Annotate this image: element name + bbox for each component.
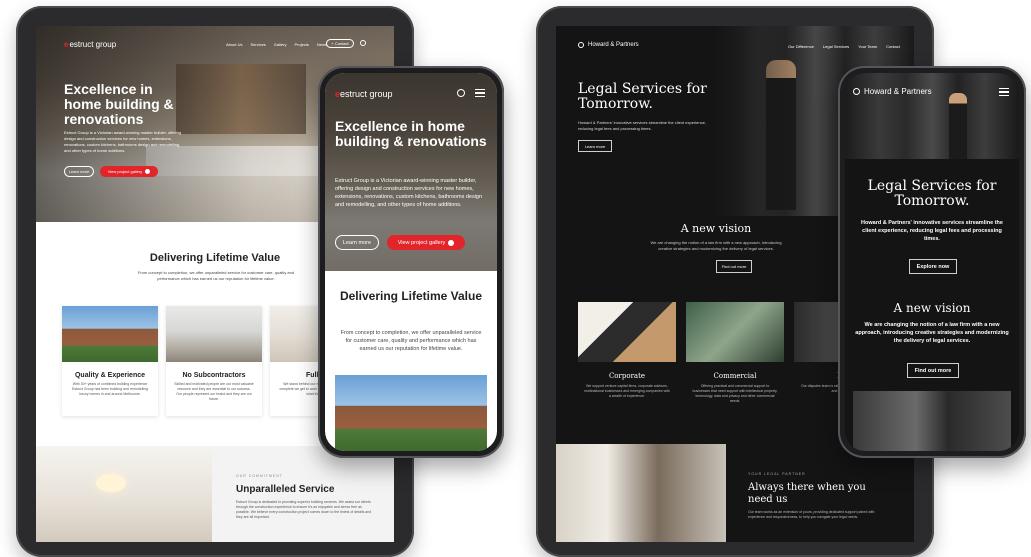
service-text: Offering practical and commercial suppor… <box>692 384 778 403</box>
service-title: Commercial <box>713 372 757 380</box>
service-text: We support venture capital firms, corpor… <box>584 384 670 398</box>
phone-office-image <box>845 73 1019 159</box>
view-gallery-label: View project gallery <box>107 169 143 174</box>
house-image <box>62 306 158 362</box>
phone-view-gallery-label: View project gallery <box>397 239 446 246</box>
lawyer-figure <box>949 93 967 159</box>
card-title: No Subcontractors <box>182 372 246 379</box>
vision-title: A new vision <box>680 222 752 235</box>
card-quality: Quality & Experience With 30+ years of c… <box>62 306 158 416</box>
corporate-image <box>578 302 676 362</box>
vision-find-out-more-button[interactable]: Find out more <box>716 260 752 273</box>
card-text: With 30+ years of combined building expe… <box>72 382 148 396</box>
vision-text: We are changing the notion of a law firm… <box>650 240 782 251</box>
phone-legal-hero-title: Legal Services for Tomorrow. <box>867 178 997 209</box>
phone-view-gallery-button[interactable]: View project gallery <box>387 235 465 250</box>
nav-our-difference[interactable]: Our Difference <box>788 44 814 49</box>
phone-legal-logo[interactable]: Howard & Partners <box>853 87 932 96</box>
partner-title: Always there when you need us <box>748 482 866 505</box>
nav-your-team[interactable]: Your Team <box>858 44 877 49</box>
legal-phone-frame: Howard & Partners Legal Services for Tom… <box>838 66 1026 458</box>
arrow-circle-icon <box>145 169 151 174</box>
phone-find-out-more-button[interactable]: Find out more <box>907 363 959 378</box>
phone-house-image <box>335 375 487 451</box>
legal-top-nav: Our Difference Legal Services Your Team … <box>788 44 900 49</box>
phone-legal-hero-text: Howard & Partners' innovative services s… <box>861 220 1003 242</box>
value-text: From concept to completion, we offer unp… <box>137 270 295 281</box>
phone-search-icon[interactable] <box>457 89 465 97</box>
card-title: Quality & Experience <box>74 372 146 379</box>
phone-explore-now-button[interactable]: Explore now <box>909 259 957 274</box>
commercial-image <box>686 302 784 362</box>
legal-learn-more-button[interactable]: Learn more <box>578 140 612 152</box>
hamburger-menu-icon[interactable] <box>999 88 1009 96</box>
nav-gallery[interactable]: Gallery <box>274 42 287 47</box>
phone-vision-text: We are changing the notion of a law firm… <box>855 322 1009 344</box>
phone-hero-title: Excellence in home building & renovation… <box>335 118 487 149</box>
logo-mark-icon <box>853 88 860 95</box>
hero-text: Estruct Group is a Victorian award-winni… <box>64 130 182 153</box>
legal-logo[interactable]: Howard & Partners <box>578 42 639 48</box>
hamburger-menu-icon[interactable] <box>475 89 485 97</box>
nav-legal-services[interactable]: Legal Services <box>823 44 849 49</box>
logo[interactable]: e estruct group <box>64 40 116 49</box>
logo-mark-icon <box>578 42 584 48</box>
nav-contact[interactable]: Contact <box>886 44 900 49</box>
phone-hero-text: Estruct Group is a Victorian award-winni… <box>335 178 483 208</box>
partner-eyebrow: YOUR LEGAL PARTNER <box>748 472 806 476</box>
contact-button[interactable]: + Contact <box>326 39 354 48</box>
top-nav: About Us Services Gallery Projects News <box>226 42 327 47</box>
learn-more-button[interactable]: Learn more <box>64 166 94 177</box>
commitment-eyebrow: OUR COMMITMENT <box>236 474 283 478</box>
meeting-image <box>556 444 726 542</box>
phone-logo[interactable]: eestruct group <box>335 89 393 99</box>
phone-value-title: Delivering Lifetime Value <box>339 289 483 303</box>
legal-hero-text: Howard & Partners' innovative services s… <box>578 120 706 131</box>
estruct-phone-frame: eestruct group Excellence in home buildi… <box>318 66 504 458</box>
hero-title: Excellence in home building & renovation… <box>64 81 174 127</box>
legal-phone-screen: Howard & Partners Legal Services for Tom… <box>845 73 1019 451</box>
living-room-image <box>36 446 212 542</box>
commitment-title: Unparalleled Service <box>236 484 335 495</box>
estruct-phone-screen: eestruct group Excellence in home buildi… <box>325 73 497 451</box>
phone-learn-more-button[interactable]: Learn more <box>335 235 379 250</box>
partner-text: Our team works as an extension of yours,… <box>748 510 875 519</box>
phone-value-text: From concept to completion, we offer unp… <box>340 330 482 352</box>
nav-services[interactable]: Services <box>250 42 265 47</box>
nav-projects[interactable]: Projects <box>294 42 308 47</box>
service-title: Corporate <box>608 372 646 380</box>
commitment-text: Estruct Group is dedicated to providing … <box>236 500 372 519</box>
card-text: Skilled and motivated people are our mos… <box>174 382 254 401</box>
nav-about[interactable]: About Us <box>226 42 242 47</box>
legal-hero-title: Legal Services for Tomorrow. <box>578 81 707 112</box>
card-subcontractors: No Subcontractors Skilled and motivated … <box>166 306 262 416</box>
interior-image <box>166 306 262 362</box>
search-icon[interactable] <box>360 40 366 46</box>
phone-office-people-image <box>853 391 1011 451</box>
phone-vision-title: A new vision <box>893 301 971 315</box>
arrow-circle-icon <box>448 239 455 246</box>
view-gallery-button[interactable]: View project gallery <box>100 166 158 177</box>
